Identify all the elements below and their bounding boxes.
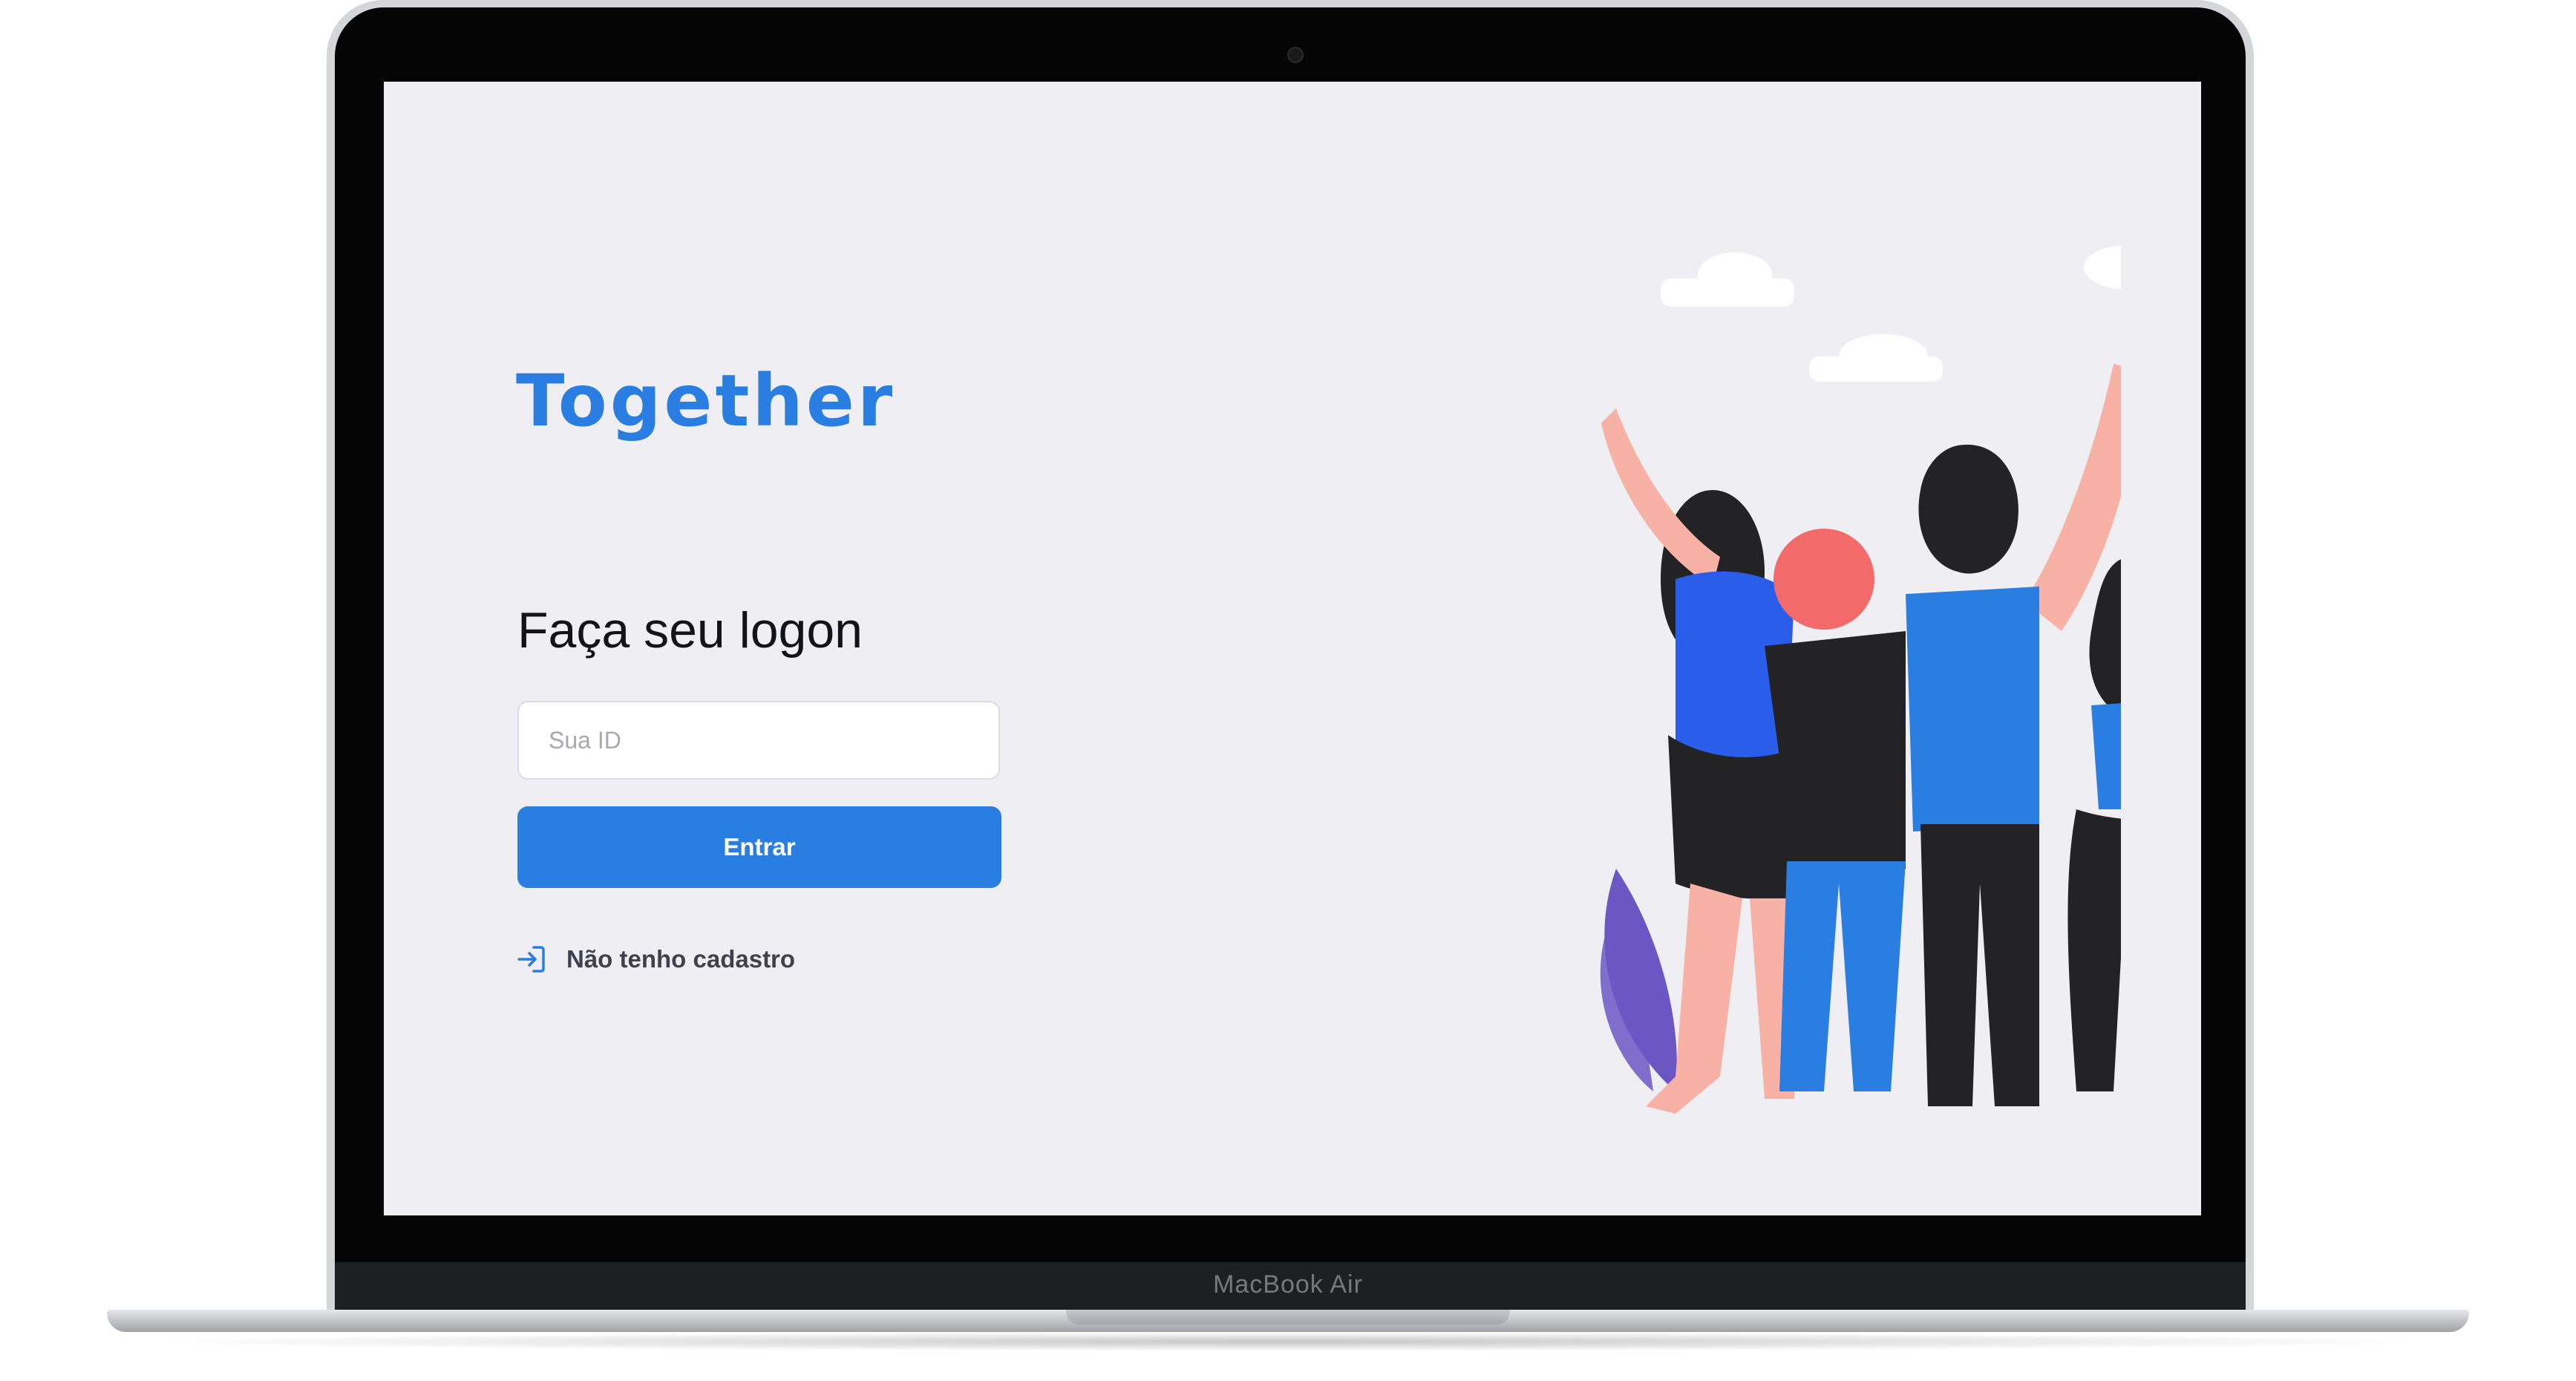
login-button[interactable]: Entrar — [517, 806, 1001, 888]
camera-icon — [1287, 47, 1304, 63]
register-link-label: Não tenho cadastro — [566, 945, 796, 973]
log-in-icon — [514, 943, 547, 976]
register-link[interactable]: Não tenho cadastro — [514, 941, 795, 978]
brand-logo: Together — [516, 359, 896, 443]
laptop-notch — [1066, 1310, 1510, 1325]
group-of-friends-hugging-icon — [1200, 245, 2201, 1136]
page-title: Faça seu logon — [517, 602, 863, 659]
device-model-label: MacBook Air — [1213, 1270, 1363, 1299]
id-input[interactable] — [517, 701, 1000, 780]
laptop-shadow — [126, 1332, 2450, 1351]
app-screen: Together Faça seu logon Entrar Não tenho… — [384, 82, 2201, 1215]
